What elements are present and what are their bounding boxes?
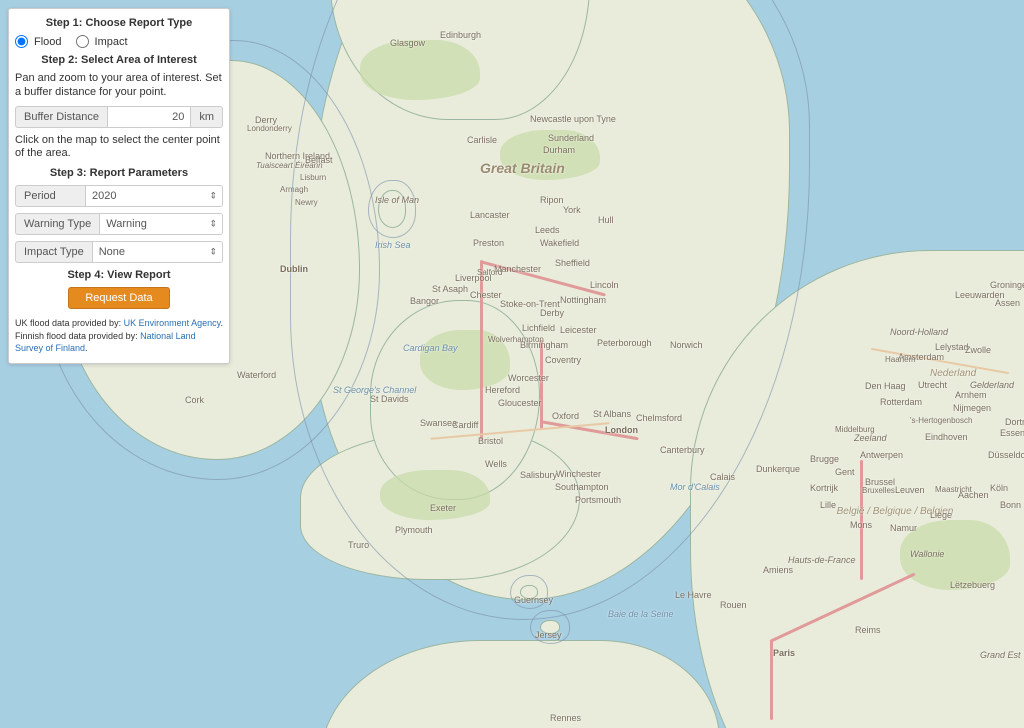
map-viewport[interactable]: Great Britain Nederland België / Belgiqu… [0,0,1024,728]
radio-flood-label[interactable]: Flood [34,36,62,48]
warning-type-select[interactable]: Warning [99,213,223,235]
warning-label: Warning Type [15,213,99,235]
period-label: Period [15,185,85,207]
impact-label: Impact Type [15,241,92,263]
step4-heading: Step 4: View Report [15,269,223,281]
impact-row: Impact Type None ⇕ [15,241,223,263]
coast-buffer-iom [368,180,416,238]
period-select[interactable]: 2020 [85,185,223,207]
terrain [380,470,490,520]
credit-fi-prefix: Finnish flood data provided by: [15,331,140,341]
road [480,260,483,440]
coast-buffer-guernsey [510,575,548,609]
impact-type-select[interactable]: None [92,241,223,263]
credits: UK flood data provided by: UK Environmen… [15,317,223,355]
step2-help1: Pan and zoom to your area of interest. S… [15,72,223,100]
step2-help2: Click on the map to select the center po… [15,134,223,162]
buffer-unit: km [191,106,223,128]
request-data-button[interactable]: Request Data [68,287,169,309]
credit-uk-prefix: UK flood data provided by: [15,318,124,328]
radio-impact-label[interactable]: Impact [95,36,128,48]
buffer-distance-group: Buffer Distance km [15,106,223,128]
road [770,640,773,720]
radio-impact[interactable] [76,35,89,48]
buffer-distance-input[interactable] [107,106,191,128]
period-row: Period 2020 ⇕ [15,185,223,207]
terrain [420,330,510,390]
coast-buffer-jersey [530,610,570,644]
report-panel: Step 1: Choose Report Type Flood Impact … [8,8,230,364]
step3-heading: Step 3: Report Parameters [15,167,223,179]
terrain [900,520,1010,590]
road [860,460,863,580]
report-type-row: Flood Impact [15,35,223,48]
step1-heading: Step 1: Choose Report Type [15,17,223,29]
buffer-label: Buffer Distance [15,106,107,128]
road [540,340,543,430]
terrain [360,40,480,100]
terrain [500,130,600,180]
credit-uk-link[interactable]: UK Environment Agency [124,318,221,328]
radio-flood[interactable] [15,35,28,48]
step2-heading: Step 2: Select Area of Interest [15,54,223,66]
warning-row: Warning Type Warning ⇕ [15,213,223,235]
